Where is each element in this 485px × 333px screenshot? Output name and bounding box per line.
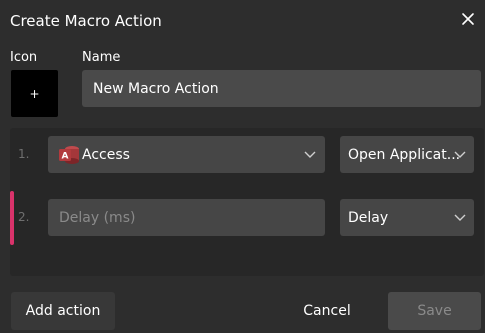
add-action-button[interactable]: Add action	[11, 292, 115, 330]
icon-picker-button[interactable]: +	[11, 70, 58, 117]
selected-row-indicator	[10, 191, 14, 245]
action-number: 2.	[18, 210, 30, 224]
delay-input-placeholder: Delay (ms)	[59, 209, 136, 226]
action-row: 2. Delay (ms) Delay	[10, 191, 484, 245]
action-row: 1. A Access Open Applicat...	[10, 128, 484, 182]
name-input-value: New Macro Action	[93, 80, 219, 97]
chevron-down-icon	[304, 151, 316, 158]
application-select[interactable]: A Access	[48, 136, 325, 173]
icon-label: Icon	[10, 50, 38, 65]
action-number: 1.	[18, 147, 30, 161]
create-macro-action-dialog: Create Macro Action Icon Name + New Macr…	[0, 0, 485, 333]
chevron-down-icon	[454, 151, 466, 158]
chevron-down-icon	[454, 214, 466, 221]
action-type-select[interactable]: Delay	[340, 199, 474, 236]
microsoft-access-icon: A	[58, 144, 80, 166]
action-type-value: Open Applicat...	[348, 146, 461, 163]
delay-input[interactable]: Delay (ms)	[48, 199, 325, 236]
action-type-select[interactable]: Open Applicat...	[340, 136, 474, 173]
plus-icon: +	[29, 86, 40, 101]
name-input[interactable]: New Macro Action	[82, 70, 481, 107]
close-button[interactable]	[458, 9, 478, 29]
action-type-value: Delay	[348, 209, 389, 226]
name-label: Name	[82, 50, 121, 65]
svg-text:A: A	[62, 151, 69, 161]
close-icon	[462, 13, 474, 25]
cancel-button[interactable]: Cancel	[285, 292, 369, 330]
dialog-title: Create Macro Action	[10, 12, 162, 30]
application-name: Access	[82, 146, 130, 163]
save-button[interactable]: Save	[388, 292, 481, 330]
